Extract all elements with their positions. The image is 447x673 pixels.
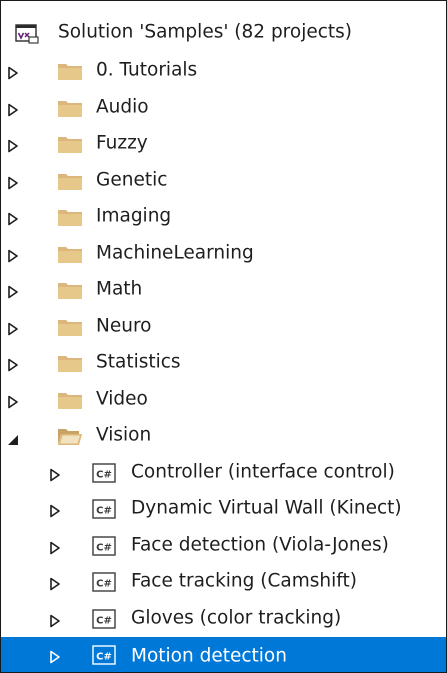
project-label: Dynamic Virtual Wall (Kinect)	[131, 497, 402, 519]
folder-label: Video	[96, 387, 148, 409]
folder-node[interactable]: Statistics	[1, 345, 446, 381]
collapsed-arrow-icon[interactable]	[7, 64, 21, 80]
folder-icon	[57, 207, 83, 232]
collapsed-arrow-icon[interactable]	[49, 612, 63, 627]
folder-node[interactable]: Neuro	[1, 309, 446, 345]
folder-node[interactable]: Fuzzy	[1, 126, 446, 162]
folder-icon	[57, 280, 83, 305]
csharp-project-icon: C#	[92, 572, 116, 597]
folder-label: Statistics	[96, 351, 181, 373]
solution-explorer: Solution 'Samples' (82 projects) 0. Tuto…	[0, 0, 447, 673]
csharp-project-icon: C#	[92, 499, 116, 524]
collapsed-arrow-icon[interactable]	[49, 539, 63, 554]
collapsed-arrow-icon[interactable]	[49, 648, 63, 664]
folder-icon	[57, 134, 83, 159]
collapsed-arrow-icon[interactable]	[7, 247, 21, 262]
folder-icon	[57, 244, 83, 269]
folder-label: Vision	[96, 424, 152, 446]
folder-label: Imaging	[96, 205, 172, 227]
folder-icon	[57, 98, 83, 123]
solution-node[interactable]: Solution 'Samples' (82 projects)	[1, 15, 446, 51]
collapsed-arrow-icon[interactable]	[7, 101, 21, 116]
project-node[interactable]: C# Controller (interface control)	[1, 455, 446, 491]
folder-node[interactable]: MachineLearning	[1, 236, 446, 272]
folder-node[interactable]: Vision	[1, 418, 446, 454]
svg-text:C#: C#	[96, 469, 112, 480]
project-label: Face tracking (Camshift)	[131, 570, 357, 592]
csharp-project-icon: C#	[92, 645, 116, 670]
folder-node[interactable]: Imaging	[1, 199, 446, 235]
folder-label: Math	[96, 278, 143, 300]
collapsed-arrow-icon[interactable]	[7, 320, 21, 335]
folder-node[interactable]: Genetic	[1, 163, 446, 199]
folder-label: Audio	[96, 95, 149, 117]
solution-icon	[15, 24, 39, 49]
collapsed-arrow-icon[interactable]	[7, 393, 21, 408]
collapsed-arrow-icon[interactable]	[7, 137, 21, 153]
collapsed-arrow-icon[interactable]	[49, 575, 63, 591]
svg-text:C#: C#	[96, 579, 112, 590]
project-node[interactable]: C# Face detection (Viola-Jones)	[1, 528, 446, 564]
collapsed-arrow-icon[interactable]	[7, 174, 21, 189]
project-label: Face detection (Viola-Jones)	[131, 533, 389, 555]
folder-node[interactable]: Math	[1, 272, 446, 308]
csharp-project-icon: C#	[92, 608, 116, 634]
project-label: Controller (interface control)	[131, 460, 395, 482]
project-node-selected[interactable]: C# Motion detection	[1, 637, 446, 672]
project-label: Motion detection	[131, 645, 287, 667]
csharp-project-icon: C#	[92, 462, 116, 488]
collapsed-arrow-icon[interactable]	[49, 466, 63, 481]
folder-icon	[57, 390, 83, 415]
folder-label: MachineLearning	[96, 241, 254, 263]
collapsed-arrow-icon[interactable]	[7, 210, 21, 226]
folder-label: Genetic	[96, 168, 168, 190]
folder-label: 0. Tutorials	[96, 59, 198, 81]
project-node[interactable]: C# Face tracking (Camshift)	[1, 564, 446, 600]
folder-node[interactable]: 0. Tutorials	[1, 53, 446, 89]
expanded-arrow-icon[interactable]	[7, 430, 21, 445]
folder-icon	[57, 61, 83, 86]
folder-label: Fuzzy	[96, 132, 148, 154]
project-label: Gloves (color tracking)	[131, 606, 342, 628]
svg-text:C#: C#	[96, 542, 112, 553]
project-node[interactable]: C# Dynamic Virtual Wall (Kinect)	[1, 491, 446, 527]
collapsed-arrow-icon[interactable]	[7, 356, 21, 372]
folder-node[interactable]: Audio	[1, 90, 446, 126]
folder-icon	[57, 353, 83, 378]
folder-label: Neuro	[96, 314, 152, 336]
solution-label: Solution 'Samples' (82 projects)	[58, 21, 353, 43]
folder-open-icon	[57, 426, 83, 451]
folder-icon	[57, 171, 83, 196]
svg-text:C#: C#	[96, 652, 112, 663]
solution-tree: Solution 'Samples' (82 projects) 0. Tuto…	[1, 1, 446, 672]
csharp-project-icon: C#	[92, 535, 116, 561]
collapsed-arrow-icon[interactable]	[7, 283, 21, 299]
collapsed-arrow-icon[interactable]	[49, 502, 63, 518]
svg-text:C#: C#	[96, 506, 112, 517]
project-node[interactable]: C# Gloves (color tracking)	[1, 601, 446, 637]
folder-node[interactable]: Video	[1, 382, 446, 418]
folder-icon	[57, 317, 83, 342]
svg-text:C#: C#	[96, 615, 112, 626]
